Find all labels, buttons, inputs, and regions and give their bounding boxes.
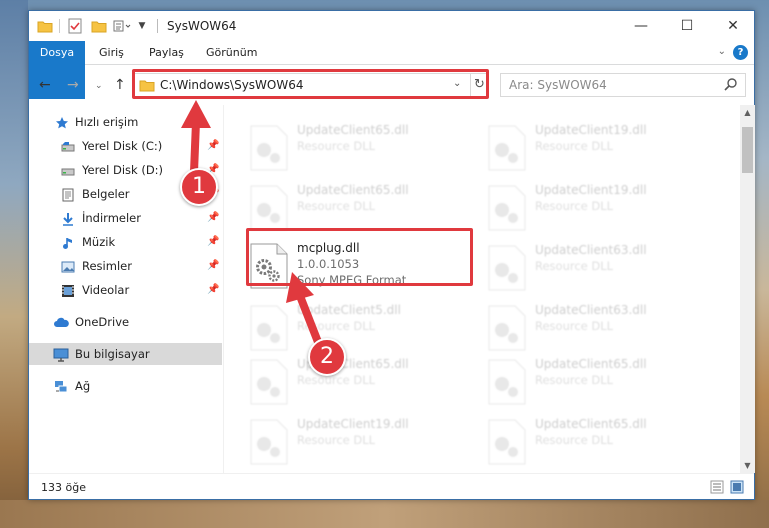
arrow-2 <box>296 294 322 344</box>
arrow-2-head <box>286 272 314 303</box>
arrow-1 <box>190 121 200 173</box>
step-badge-2: 2 <box>308 338 346 376</box>
annotation-arrows <box>181 100 322 344</box>
arrow-1-head <box>181 100 211 128</box>
step-badge-1: 1 <box>180 168 218 206</box>
